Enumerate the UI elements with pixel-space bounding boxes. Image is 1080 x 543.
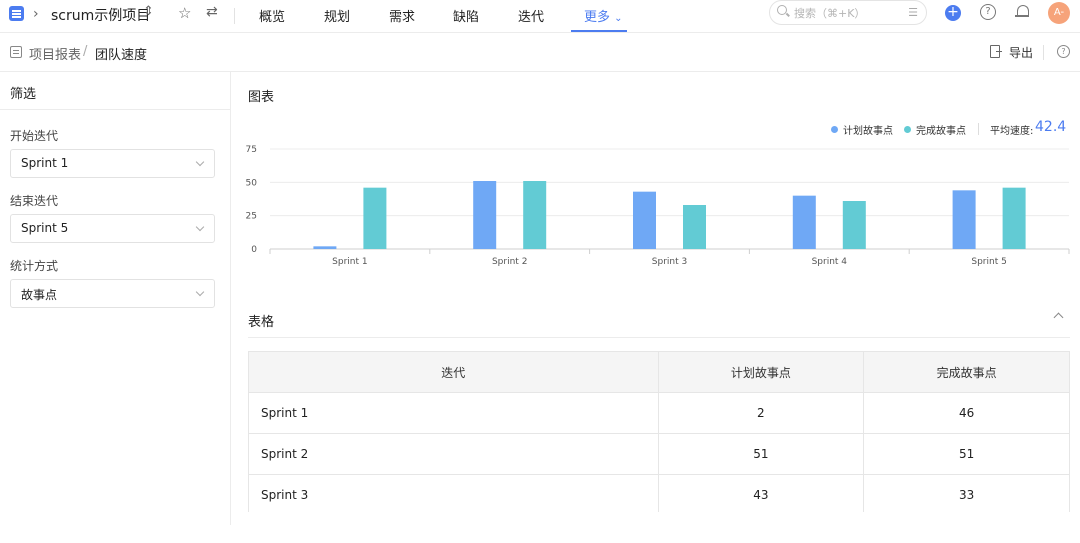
table-row: Sprint 1 2 46 <box>248 392 1070 434</box>
chevron-down-icon <box>195 287 205 297</box>
legend-completed-label[interactable]: 完成故事点 <box>916 122 966 137</box>
bar-completed <box>683 205 706 249</box>
tab-overview[interactable]: 概览 <box>259 6 285 25</box>
cell-completed: 33 <box>863 474 1070 516</box>
stat-method-value: 故事点 <box>21 288 58 302</box>
export-button[interactable]: 导出 <box>1009 44 1033 61</box>
bar-planned <box>633 191 656 249</box>
active-tab-indicator <box>571 30 627 32</box>
star-icon[interactable]: ☆ <box>178 4 191 22</box>
cell-planned: 51 <box>657 433 865 475</box>
cell-completed: 51 <box>863 433 1070 475</box>
divider <box>978 123 979 135</box>
cell-iteration: Sprint 3 <box>248 474 659 516</box>
legend-completed-swatch <box>904 126 911 133</box>
tab-iterations[interactable]: 迭代 <box>518 6 544 25</box>
bar-completed <box>363 187 387 249</box>
tab-more-label: 更多 <box>584 10 611 25</box>
start-iteration-select[interactable]: Sprint 1 <box>10 149 215 178</box>
report-icon <box>10 46 22 58</box>
project-switch-icon[interactable]: ⇕ <box>143 4 154 19</box>
divider <box>0 109 230 110</box>
start-iteration-label: 开始迭代 <box>10 129 59 143</box>
breadcrumb-separator: / <box>83 44 88 59</box>
chevron-down-icon: ⌄ <box>614 13 623 24</box>
column-header-iteration: 迭代 <box>248 351 659 393</box>
velocity-bar-chart: 0 25 50 75 Sprint 1 Sprint 2 Sprint 3 Sprint 4 S… <box>246 145 1070 267</box>
bar-completed <box>842 201 866 249</box>
stat-method-select[interactable]: 故事点 <box>10 279 215 308</box>
swap-icon[interactable]: ⇄ <box>206 4 218 20</box>
add-button[interactable]: + <box>945 5 961 21</box>
bell-icon[interactable] <box>1015 4 1029 19</box>
column-header-planned: 计划故事点 <box>657 351 865 393</box>
stat-method-label: 统计方式 <box>10 259 59 273</box>
table-section-title: 表格 <box>248 315 275 330</box>
divider <box>248 337 1070 338</box>
search-placeholder: 搜索（⌘+K） <box>794 7 866 20</box>
end-iteration-label: 结束迭代 <box>10 194 59 208</box>
y-tick-label: 25 <box>246 212 257 222</box>
help-icon[interactable]: ? <box>1057 45 1070 58</box>
bar-planned <box>792 195 816 249</box>
table-row: Sprint 2 51 51 <box>248 433 1070 475</box>
project-icon <box>9 6 24 21</box>
y-tick-label: 75 <box>246 145 257 155</box>
cell-completed: 46 <box>863 392 1070 434</box>
avg-velocity-value: 42.4 <box>1035 119 1067 135</box>
search-box[interactable]: 搜索（⌘+K） ☰ <box>769 0 927 25</box>
top-nav: › scrum示例项目 ⇕ ☆ ⇄ 概览 规划 需求 缺陷 迭代 更多 ⌄ 搜索… <box>0 0 1080 33</box>
cell-iteration: Sprint 2 <box>248 433 659 475</box>
breadcrumb-bar: 项目报表 / 团队速度 导出 ? <box>0 33 1080 72</box>
chevron-down-icon <box>195 222 205 232</box>
chart-section-title: 图表 <box>248 90 275 105</box>
bar-planned <box>473 181 497 249</box>
end-iteration-value: Sprint 5 <box>21 221 69 235</box>
divider <box>1043 45 1044 60</box>
chevron-down-icon <box>195 157 205 167</box>
x-tick-label: Sprint 4 <box>812 257 848 267</box>
chevron-up-icon[interactable] <box>1053 312 1064 323</box>
cell-iteration: Sprint 1 <box>248 392 659 434</box>
bar-completed <box>523 181 547 249</box>
help-icon[interactable]: ? <box>980 4 996 20</box>
x-tick-label: Sprint 3 <box>652 257 687 267</box>
start-iteration-value: Sprint 1 <box>21 156 69 170</box>
cell-planned: 43 <box>657 474 865 516</box>
legend-planned-label[interactable]: 计划故事点 <box>843 122 893 137</box>
tab-more[interactable]: 更多 ⌄ <box>584 6 623 25</box>
project-name[interactable]: scrum示例项目 <box>51 5 150 25</box>
bar-completed <box>1002 187 1026 249</box>
tab-defects[interactable]: 缺陷 <box>453 6 479 25</box>
filter-icon[interactable]: ☰ <box>908 6 918 19</box>
avg-velocity-label: 平均速度: <box>990 126 1034 137</box>
legend-planned-swatch <box>831 126 838 133</box>
x-tick-label: Sprint 2 <box>492 257 527 267</box>
bar-planned <box>313 246 337 249</box>
velocity-table: 迭代 计划故事点 完成故事点 Sprint 1 2 46 Sprint 2 51… <box>248 351 1070 516</box>
filter-sidebar: 筛选 开始迭代 Sprint 1 结束迭代 Sprint 5 统计方式 故事点 <box>0 72 231 525</box>
search-icon <box>777 5 787 15</box>
filter-title: 筛选 <box>10 87 37 102</box>
x-tick-label: Sprint 5 <box>971 257 1006 267</box>
chevron-right-icon[interactable]: › <box>33 6 39 22</box>
cell-planned: 2 <box>657 392 865 434</box>
x-tick-label: Sprint 1 <box>332 257 367 267</box>
y-tick-label: 0 <box>251 245 257 255</box>
avatar[interactable]: A- <box>1048 2 1070 24</box>
tab-requirements[interactable]: 需求 <box>389 6 415 25</box>
column-header-completed: 完成故事点 <box>863 351 1070 393</box>
bar-planned <box>952 190 976 249</box>
tab-planning[interactable]: 规划 <box>324 6 350 25</box>
breadcrumb-project-reports[interactable]: 项目报表 <box>29 44 81 63</box>
table-header-row: 迭代 计划故事点 完成故事点 <box>248 351 1070 393</box>
scroll-fade <box>240 512 1080 543</box>
table-row: Sprint 3 43 33 <box>248 474 1070 516</box>
y-tick-label: 50 <box>246 178 258 188</box>
end-iteration-select[interactable]: Sprint 5 <box>10 214 215 243</box>
export-icon[interactable] <box>990 45 1002 58</box>
breadcrumb-current: 团队速度 <box>95 48 148 63</box>
divider <box>234 8 235 24</box>
